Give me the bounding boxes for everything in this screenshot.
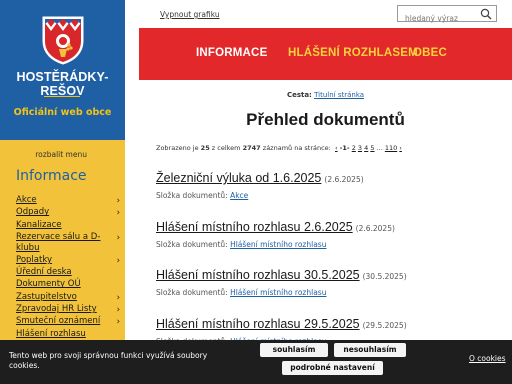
village-name[interactable]: HOSTĚRÁDKY-REŠOV: [0, 70, 125, 98]
document-title-link[interactable]: Hlášení místního rozhlasu 30.5.2025: [156, 268, 360, 282]
sidebar-menu-item-label: Poplatky: [16, 254, 52, 265]
top-bar: Vypnout grafiku: [125, 0, 512, 28]
document-title-link[interactable]: Železniční výluka od 1.6.2025: [156, 171, 321, 185]
content-area: Cesta: Titulní stránka Přehled dokumentů…: [139, 80, 512, 384]
document-folder-link[interactable]: Hlášení místního rozhlasu: [230, 288, 326, 297]
pager-suffix: záznamů na stránce:: [262, 144, 331, 152]
coat-of-arms-icon[interactable]: [41, 15, 85, 65]
document-title-link[interactable]: Hlášení místního rozhlasu 2.6.2025: [156, 220, 353, 234]
main-area: Vypnout grafiku INFORMACE HLÁŠENÍ ROZHLA…: [125, 0, 512, 384]
chevron-right-icon[interactable]: ›: [117, 317, 120, 328]
document-date: (29.5.2025): [362, 321, 407, 330]
document-folder-label: Složka dokumentů:: [156, 240, 228, 249]
site-tagline: Oficiální web obce: [13, 107, 112, 118]
page-title: Přehled dokumentů: [246, 110, 405, 129]
pager-page-3[interactable]: 3: [358, 144, 362, 152]
sidebar-menu-item-label: Akce: [16, 195, 37, 205]
cookie-consent-bar: Tento web pro svoji správnou funkci využ…: [0, 340, 512, 384]
sidebar-menu-item-label: Dokumenty OÚ: [16, 279, 81, 290]
document-folder: Složka dokumentů: Akce: [156, 191, 506, 200]
pager-prev[interactable]: ‹: [335, 144, 338, 152]
sidebar: HOSTĚRÁDKY-REŠOV Oficiální web obce rozb…: [0, 0, 125, 384]
chevron-right-icon[interactable]: ›: [117, 233, 120, 244]
pager-shown-count: 25: [200, 144, 210, 152]
document-item: Železniční výluka od 1.6.2025 (2.6.2025) …: [156, 167, 506, 200]
cookie-accept-button[interactable]: souhlasím: [260, 343, 328, 357]
sidebar-menu-item-label: Hlášení rozhlasu: [16, 328, 86, 339]
toggle-graphics-link[interactable]: Vypnout grafiku: [160, 10, 220, 19]
sidebar-menu-item-label: Smuteční oznámení: [16, 316, 101, 327]
sidebar-menu-item-label: Rezervace sálu a D-klubu: [16, 231, 101, 253]
about-cookies-link[interactable]: O cookies: [469, 354, 506, 363]
pager-prefix: Zobrazeno je: [156, 144, 199, 152]
sidebar-menu-item[interactable]: Rezervace sálu a D-klubu ›: [16, 232, 120, 255]
sidebar-menu-item-label: Zpravodaj HR Listy: [16, 304, 97, 315]
brand-divider: [44, 96, 80, 97]
nav-informace[interactable]: INFORMACE: [196, 47, 267, 59]
sidebar-menu-item[interactable]: Zastupitelstvo ›: [16, 292, 120, 304]
document-date: (2.6.2025): [355, 224, 395, 233]
sidebar-menu-item-label: Kanalizace: [16, 219, 62, 230]
chevron-right-icon[interactable]: ›: [117, 305, 120, 316]
cookie-settings-button[interactable]: podrobné nastavení: [282, 361, 383, 375]
search-icon[interactable]: [480, 8, 492, 20]
document-folder-link[interactable]: Hlášení místního rozhlasu: [230, 240, 326, 249]
document-item: Hlášení místního rozhlasu 30.5.2025 (30.5…: [156, 264, 506, 297]
sidebar-menu-item[interactable]: Smuteční oznámení ›: [16, 316, 120, 328]
cookie-reject-button[interactable]: nesouhlasím: [334, 343, 406, 357]
pagination-summary: Zobrazeno je 25 z celkem 2747 záznamů na…: [156, 144, 402, 152]
brand-block: HOSTĚRÁDKY-REŠOV Oficiální web obce: [0, 0, 125, 140]
pager-page-last[interactable]: 110: [385, 144, 397, 152]
document-date: (30.5.2025): [362, 272, 407, 281]
document-title-link[interactable]: Hlášení místního rozhlasu 29.5.2025: [156, 317, 360, 331]
nav-hlaseni-rozhlasem[interactable]: HLÁŠENÍ ROZHLASEM: [288, 47, 418, 59]
breadcrumb: Cesta: Titulní stránka: [139, 91, 512, 99]
chevron-right-icon[interactable]: ›: [117, 256, 120, 267]
sidebar-menu-item[interactable]: Dokumenty OÚ: [16, 279, 120, 291]
document-item: Hlášení místního rozhlasu 2.6.2025 (2.6.2…: [156, 216, 506, 249]
sidebar-menu-item-label: Odpady: [16, 207, 50, 218]
expand-menu-button[interactable]: rozbalit menu: [0, 150, 125, 159]
document-folder-label: Složka dokumentů:: [156, 288, 228, 297]
cookie-message: Tento web pro svoji správnou funkci využ…: [9, 351, 208, 370]
sidebar-menu-title: Informace: [16, 168, 87, 184]
document-folder-link[interactable]: Akce: [230, 191, 248, 200]
pager-ellipsis: ...: [376, 144, 383, 152]
pager-page-5[interactable]: 5: [370, 144, 374, 152]
sidebar-menu-item-label: Úřední deska: [16, 267, 72, 278]
breadcrumb-home-link[interactable]: Titulní stránka: [314, 91, 364, 99]
main-nav: INFORMACE HLÁŠENÍ ROZHLASEM OBEC: [139, 28, 512, 80]
search-input[interactable]: [398, 11, 476, 26]
chevron-right-icon[interactable]: ›: [117, 293, 120, 304]
document-folder-label: Složka dokumentů:: [156, 191, 228, 200]
sidebar-menu-item[interactable]: Úřední deska: [16, 267, 120, 279]
sidebar-menu-item[interactable]: Poplatky ›: [16, 255, 120, 267]
pager-next[interactable]: ›: [399, 144, 402, 152]
sidebar-menu-item[interactable]: Zpravodaj HR Listy ›: [16, 304, 120, 316]
sidebar-menu-item-label: Zastupitelstvo: [16, 291, 77, 302]
pager-page-4[interactable]: 4: [364, 144, 368, 152]
document-folder: Složka dokumentů: Hlášení místního rozhl…: [156, 240, 506, 249]
document-date: (2.6.2025): [324, 175, 364, 184]
chevron-right-icon[interactable]: ›: [117, 208, 120, 219]
pager-total-count: 2747: [242, 144, 261, 152]
sidebar-menu-item[interactable]: Odpady ›: [16, 207, 120, 219]
document-folder: Složka dokumentů: Hlášení místního rozhl…: [156, 288, 506, 297]
sidebar-menu-item[interactable]: Akce ›: [16, 195, 120, 207]
chevron-right-icon[interactable]: ›: [117, 196, 120, 207]
nav-obec[interactable]: OBEC: [413, 47, 447, 59]
pager-page-current: -1-: [339, 144, 350, 152]
sidebar-menu-item[interactable]: Kanalizace: [16, 220, 120, 232]
pager-middle: z celkem: [211, 144, 241, 152]
search-box: [397, 5, 497, 26]
pager-page-2[interactable]: 2: [352, 144, 356, 152]
breadcrumb-label: Cesta:: [286, 91, 312, 99]
sidebar-menu-list: Akce › Odpady › Kanalizace Rezervace sálu a D…: [16, 195, 120, 341]
